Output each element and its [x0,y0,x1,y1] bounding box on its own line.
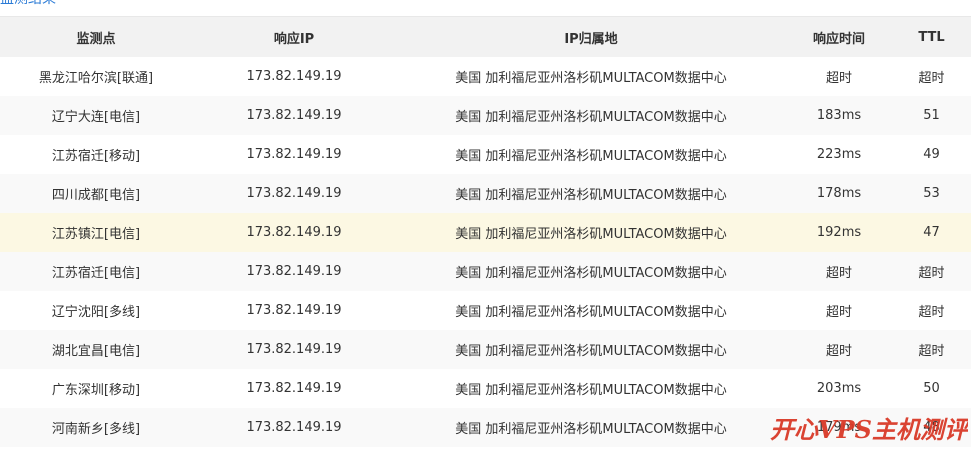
ip-location-cell: 美国 加利福尼亚州洛杉矶MULTACOM数据中心 [455,110,727,125]
response-time-cell: 超时 [825,305,852,320]
ip-location-cell: 美国 加利福尼亚州洛杉矶MULTACOM数据中心 [455,71,727,86]
response-time-cell: 超时 [825,344,852,359]
table-header-row: 监测点 响应IP IP归属地 响应时间 TTL [0,17,971,57]
ttl-cell: 超时 [918,266,945,281]
monitor-node-cell: 湖北宜昌[电信] [51,344,141,359]
response-ip-link[interactable]: 173.82.149.19 [192,291,396,330]
ttl-cell: 超时 [918,305,945,320]
monitor-node-cell: 河南新乡[多线] [51,422,141,437]
table-row: 黑龙江哈尔滨[联通] 173.82.149.19 美国 加利福尼亚州洛杉矶MULTA… [0,57,971,96]
monitor-node-cell: 江苏宿迁[移动] [51,149,141,164]
monitor-node-cell: 广东深圳[移动] [51,383,141,398]
response-time-cell: 192ms [816,225,862,240]
response-ip-link[interactable]: 173.82.149.19 [192,408,396,447]
monitor-node-cell: 黑龙江哈尔滨[联通] [38,71,154,86]
monitor-node-cell: 辽宁沈阳[多线] [51,305,141,320]
response-time-cell: 183ms [816,108,862,123]
monitor-node-cell: 辽宁大连[电信] [51,110,141,125]
table-row: 江苏镇江[电信] 173.82.149.19 美国 加利福尼亚州洛杉矶MULTACO… [0,213,971,252]
table-row: 江苏宿迁[移动] 173.82.149.19 美国 加利福尼亚州洛杉矶MULTACO… [0,135,971,174]
response-ip-link[interactable]: 173.82.149.19 [192,369,396,408]
column-header-response-time: 响应时间 [812,31,865,47]
ip-location-cell: 美国 加利福尼亚州洛杉矶MULTACOM数据中心 [455,305,727,320]
ping-results-table: 监测点 响应IP IP归属地 响应时间 TTL 黑龙江哈尔滨[联通] 173.82… [0,17,971,447]
response-time-cell: 178ms [816,186,862,201]
ttl-cell: 53 [923,186,940,201]
response-time-cell: 179ms [816,420,862,435]
table-row: 辽宁大连[电信] 173.82.149.19 美国 加利福尼亚州洛杉矶MULTACO… [0,96,971,135]
ip-location-cell: 美国 加利福尼亚州洛杉矶MULTACOM数据中心 [455,383,727,398]
table-row: 辽宁沈阳[多线] 173.82.149.19 美国 加利福尼亚州洛杉矶MULTACO… [0,291,971,330]
ttl-cell: 超时 [918,344,945,359]
page: 监测结果 监测点 响应IP IP归属地 响应时间 TTL 黑龙江哈尔滨[联通] 1… [0,0,971,453]
response-time-cell: 223ms [816,147,862,162]
ip-location-cell: 美国 加利福尼亚州洛杉矶MULTACOM数据中心 [455,227,727,242]
monitor-node-cell: 江苏宿迁[电信] [51,266,141,281]
table-body: 黑龙江哈尔滨[联通] 173.82.149.19 美国 加利福尼亚州洛杉矶MULTA… [0,57,971,447]
ip-location-cell: 美国 加利福尼亚州洛杉矶MULTACOM数据中心 [455,149,727,164]
response-ip-link[interactable]: 173.82.149.19 [192,135,396,174]
column-header-location: IP归属地 [564,31,618,47]
ip-location-cell: 美国 加利福尼亚州洛杉矶MULTACOM数据中心 [455,188,727,203]
response-ip-link[interactable]: 173.82.149.19 [192,330,396,369]
response-time-cell: 超时 [825,71,852,86]
table-row: 湖北宜昌[电信] 173.82.149.19 美国 加利福尼亚州洛杉矶MULTACO… [0,330,971,369]
ip-location-cell: 美国 加利福尼亚州洛杉矶MULTACOM数据中心 [455,344,727,359]
table-row: 四川成都[电信] 173.82.149.19 美国 加利福尼亚州洛杉矶MULTACO… [0,174,971,213]
table-row: 广东深圳[移动] 173.82.149.19 美国 加利福尼亚州洛杉矶MULTACO… [0,369,971,408]
response-ip-link[interactable]: 173.82.149.19 [192,252,396,291]
response-ip-link[interactable]: 173.82.149.19 [192,174,396,213]
ip-location-cell: 美国 加利福尼亚州洛杉矶MULTACOM数据中心 [455,422,727,437]
section-title: 监测结果 [0,0,56,8]
monitor-node-cell: 四川成都[电信] [51,188,141,203]
response-time-cell: 超时 [825,266,852,281]
response-ip-link[interactable]: 173.82.149.19 [192,213,396,252]
table-row: 江苏宿迁[电信] 173.82.149.19 美国 加利福尼亚州洛杉矶MULTACO… [0,252,971,291]
response-time-cell: 203ms [816,381,862,396]
ip-location-cell: 美国 加利福尼亚州洛杉矶MULTACOM数据中心 [455,266,727,281]
ttl-cell: 48 [923,420,940,435]
ttl-cell: 50 [923,381,940,396]
ttl-cell: 超时 [918,71,945,86]
monitor-node-cell: 江苏镇江[电信] [51,227,141,242]
ttl-cell: 49 [923,147,940,162]
column-header-ttl: TTL [918,29,945,45]
ttl-cell: 47 [923,225,940,240]
column-header-ip: 响应IP [273,31,315,47]
column-header-node: 监测点 [76,31,116,47]
response-ip-link[interactable]: 173.82.149.19 [192,96,396,135]
response-ip-link[interactable]: 173.82.149.19 [192,57,396,96]
table-row: 河南新乡[多线] 173.82.149.19 美国 加利福尼亚州洛杉矶MULTACO… [0,408,971,447]
ttl-cell: 51 [923,108,940,123]
